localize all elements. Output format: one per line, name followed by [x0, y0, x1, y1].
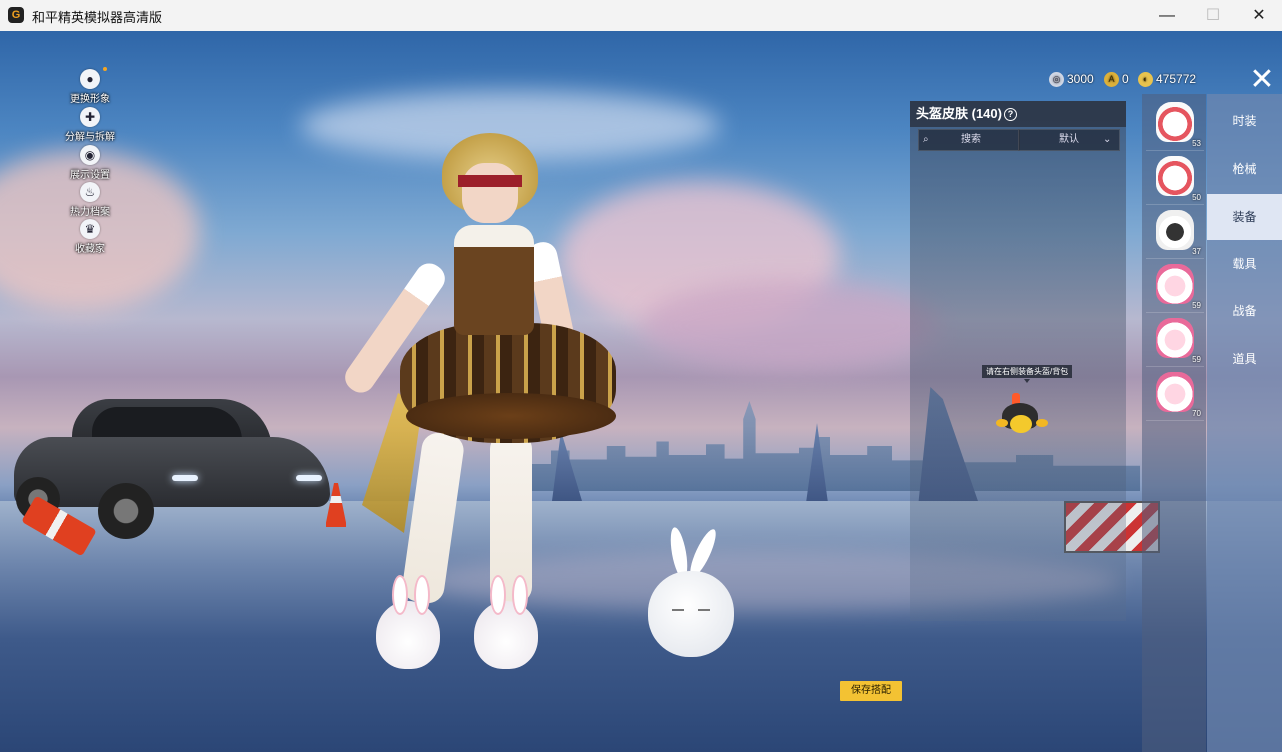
cloud: [640, 281, 940, 371]
item-count: 70: [1192, 409, 1201, 418]
bunny-slipper: [474, 575, 538, 669]
window-title: 和平精英模拟器高清版: [32, 10, 163, 25]
side-item-collector[interactable]: ♛ 收藏家: [60, 219, 120, 255]
currency-value: 3000: [1067, 72, 1094, 86]
puzzle-icon: ✚: [80, 107, 100, 127]
item-count: 50: [1192, 193, 1201, 202]
gold-token-icon: A: [1104, 72, 1119, 88]
helmet-wing: [996, 419, 1008, 427]
item-count: 37: [1192, 247, 1201, 256]
side-item-label: 分解与拆解: [65, 132, 115, 143]
bunny-slipper: [376, 575, 440, 669]
tab-firearms[interactable]: 枪械: [1207, 146, 1282, 192]
item-count: 53: [1192, 139, 1201, 148]
slipper-ear: [392, 575, 408, 615]
side-item-change-appearance[interactable]: ● 更换形象: [60, 67, 120, 105]
tooltip-arrow: [1024, 379, 1030, 383]
helmet-wing: [1036, 419, 1048, 427]
title-bar: 和平精英模拟器高清版 — ☐ ✕: [0, 0, 1282, 32]
chevron-down-icon: ⌄: [1103, 134, 1112, 145]
person-icon: ●: [80, 69, 100, 89]
minimize-button[interactable]: —: [1144, 0, 1190, 31]
slipper-ear: [490, 575, 506, 615]
item-list: 53 50 37 59 59 70: [1142, 94, 1206, 752]
bunny-backpack-icon: [1156, 372, 1194, 412]
bunny-pet[interactable]: [644, 526, 736, 661]
skin-panel: 头盔皮肤 (140)? ⌕ 搜索 默认 ⌄ 请在右侧装备头盔/背包: [910, 101, 1126, 621]
character-skirt-ruffle: [406, 393, 616, 439]
bunny-backpack-icon: [1156, 264, 1194, 304]
bunny-body: [648, 571, 734, 657]
side-item-display-settings[interactable]: ◉ 展示设置: [60, 145, 120, 181]
side-item-label: 热力档案: [70, 207, 110, 218]
currency-gold: ◐ 475772: [1138, 72, 1196, 88]
slipper-ear: [414, 575, 430, 615]
character-torso: [454, 225, 534, 335]
side-item-label: 收藏家: [75, 244, 105, 255]
bunny-eye: [698, 609, 710, 611]
side-item-label: 更换形象: [70, 94, 110, 105]
app-logo-icon: [8, 7, 24, 23]
save-outfit-button[interactable]: 保存搭配: [840, 681, 902, 701]
bunny-helmet-icon: [1156, 156, 1194, 196]
tab-vehicles[interactable]: 载具: [1207, 241, 1282, 287]
notification-dot: [103, 67, 107, 71]
helmet-preview[interactable]: [996, 393, 1048, 441]
car-headlight: [296, 475, 322, 481]
player-character[interactable]: [339, 133, 630, 693]
eye-icon: ◉: [80, 145, 100, 165]
item-slot[interactable]: 37: [1146, 206, 1204, 259]
equip-tooltip: 请在右侧装备头盔/背包: [982, 365, 1073, 378]
car-body: [14, 437, 330, 507]
slipper-ear: [512, 575, 528, 615]
item-slot[interactable]: 53: [1146, 98, 1204, 151]
help-icon[interactable]: ?: [1003, 108, 1017, 122]
currency-token: A0: [1104, 72, 1129, 88]
sort-dropdown[interactable]: 默认 ⌄: [1018, 129, 1120, 151]
car-wheel: [98, 483, 154, 539]
currency-silver: ◎ 3000: [1049, 72, 1094, 88]
item-slot[interactable]: 59: [1146, 260, 1204, 313]
gold-coin-icon: ◐: [1138, 72, 1153, 88]
panel-title: 头盔皮肤 (140)?: [910, 101, 1126, 127]
close-icon[interactable]: ✕: [1244, 65, 1280, 95]
maximize-button[interactable]: ☐: [1190, 0, 1236, 31]
tab-props[interactable]: 道具: [1207, 336, 1282, 382]
game-viewport: ● 更换形象 ✚ 分解与拆解 ◉ 展示设置 ♨ 热力档案 ♛ 收藏家 ◎ 3000…: [0, 31, 1282, 752]
search-input[interactable]: ⌕ 搜索: [918, 129, 1020, 151]
currency-value: 0: [1122, 72, 1129, 86]
sort-value: 默认: [1059, 134, 1079, 145]
item-slot[interactable]: 70: [1146, 368, 1204, 421]
side-item-heat-archive[interactable]: ♨ 热力档案: [60, 182, 120, 218]
helmet-face: [1010, 415, 1032, 433]
search-placeholder: 搜索: [961, 134, 981, 145]
item-slot[interactable]: 50: [1146, 152, 1204, 205]
car-headlight: [172, 475, 198, 481]
character-face: [462, 163, 518, 223]
crown-icon: ♛: [80, 219, 100, 239]
item-slot[interactable]: 59: [1146, 314, 1204, 367]
bunny-eye: [672, 609, 684, 611]
bunny-backpack-icon: [1156, 318, 1194, 358]
item-count: 59: [1192, 301, 1201, 310]
item-count: 59: [1192, 355, 1201, 364]
silver-coin-icon: ◎: [1049, 72, 1064, 88]
bunny-helmet-icon: [1156, 210, 1194, 250]
app-window: 和平精英模拟器高清版 — ☐ ✕: [0, 0, 1282, 752]
tab-combat-supplies[interactable]: 战备: [1207, 288, 1282, 334]
bunny-helmet-icon: [1156, 102, 1194, 142]
panel-title-text: 头盔皮肤 (140): [916, 106, 1002, 121]
search-icon: ⌕: [923, 134, 929, 145]
side-item-decompose[interactable]: ✚ 分解与拆解: [60, 107, 120, 143]
side-item-label: 展示设置: [70, 170, 110, 181]
character-blindfold: [458, 175, 522, 187]
tab-fashion[interactable]: 时装: [1207, 98, 1282, 144]
category-tabs: 时装 枪械 装备 载具 战备 道具: [1207, 94, 1282, 752]
currency-value: 475772: [1156, 72, 1197, 86]
fire-icon: ♨: [80, 182, 100, 202]
window-close-button[interactable]: ✕: [1236, 0, 1282, 31]
tab-equipment[interactable]: 装备: [1207, 194, 1282, 240]
